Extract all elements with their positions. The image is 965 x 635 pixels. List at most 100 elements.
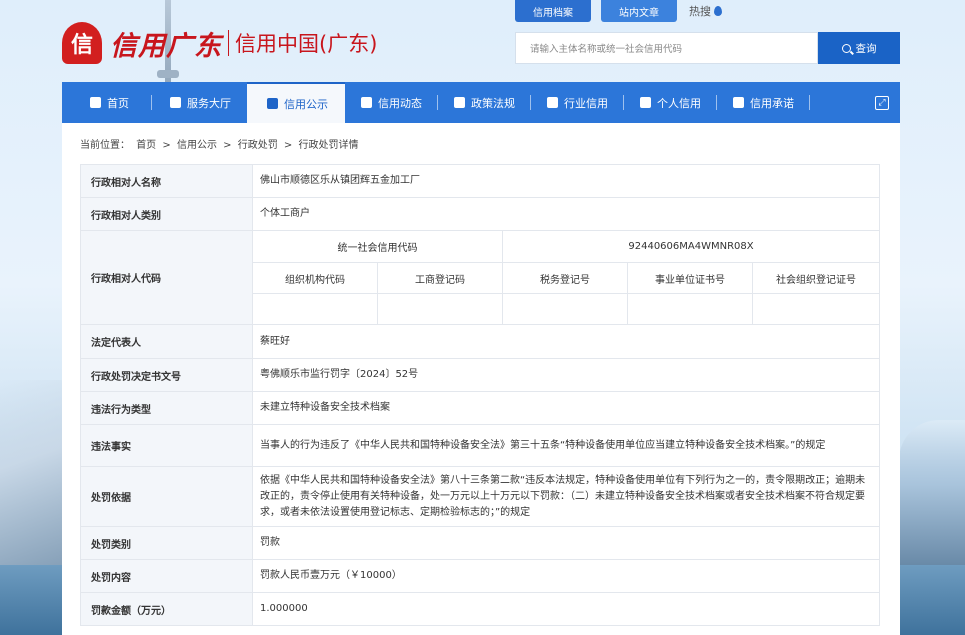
legal-rep-value: 蔡旺好 bbox=[252, 324, 880, 359]
row-label: 行政处罚决定书文号 bbox=[80, 358, 253, 392]
grid-icon bbox=[170, 97, 181, 108]
nav-home[interactable]: 首页 bbox=[62, 82, 151, 123]
logo-subtitle: 信用中国(广东) bbox=[235, 32, 378, 56]
nav-label: 个人信用 bbox=[657, 96, 701, 110]
penalty-detail-table: 行政相对人名称 佛山市顺德区乐从镇团辉五金加工厂 行政相对人类别 个体工商户 行… bbox=[80, 164, 880, 626]
bulletin-icon bbox=[267, 98, 278, 109]
row-label: 行政相对人代码 bbox=[80, 230, 253, 325]
law-icon bbox=[454, 97, 465, 108]
nav-industry-credit[interactable]: 行业信用 bbox=[531, 82, 623, 123]
breadcrumb-current: 行政处罚详情 bbox=[298, 140, 359, 151]
main-nav: 首页 服务大厅 信用公示 信用动态 政策法规 行业信用 个人信用 信用承诺 ⤢ bbox=[62, 82, 900, 123]
table-row: 处罚依据 依据《中华人民共和国特种设备安全法》第八十三条第二款“违反本法规定，特… bbox=[80, 466, 880, 527]
penalty-basis-value: 依据《中华人民共和国特种设备安全法》第八十三条第二款“违反本法规定，特种设备使用… bbox=[252, 466, 880, 527]
logo-mark-icon: 信 bbox=[62, 22, 102, 64]
row-label: 违法事实 bbox=[80, 424, 253, 467]
person-icon bbox=[640, 97, 651, 108]
nav-policy[interactable]: 政策法规 bbox=[438, 82, 530, 123]
table-row: 处罚内容 罚款人民币壹万元（￥10000） bbox=[80, 559, 880, 593]
table-row: 违法事实 当事人的行为违反了《中华人民共和国特种设备安全法》第三十五条“特种设备… bbox=[80, 424, 880, 467]
nav-label: 信用动态 bbox=[378, 96, 422, 110]
hot-search-link[interactable]: 热搜 bbox=[689, 3, 722, 19]
nav-credit-news[interactable]: 信用动态 bbox=[345, 82, 437, 123]
subject-type-value: 个体工商户 bbox=[252, 197, 880, 231]
breadcrumb-prefix: 当前位置： bbox=[80, 140, 130, 151]
nav-label: 政策法规 bbox=[471, 96, 515, 110]
nav-label: 首页 bbox=[107, 96, 129, 110]
breadcrumb-sep: > bbox=[162, 140, 171, 151]
search-icon bbox=[841, 43, 851, 53]
nav-label: 行业信用 bbox=[564, 96, 608, 110]
building-icon bbox=[547, 97, 558, 108]
breadcrumb-home[interactable]: 首页 bbox=[136, 140, 156, 151]
breadcrumb-sep: > bbox=[223, 140, 232, 151]
expand-icon: ⤢ bbox=[875, 95, 889, 110]
penalty-category-value: 罚款 bbox=[252, 526, 880, 560]
tax-reg-value bbox=[502, 293, 628, 325]
decision-doc-value: 粤佛顺乐市监行罚字〔2024〕52号 bbox=[252, 358, 880, 392]
logo-title: 信用广东 bbox=[110, 30, 222, 62]
search-input[interactable]: 请输入主体名称或统一社会信用代码 bbox=[515, 32, 818, 64]
penalty-content-value: 罚款人民币壹万元（￥10000） bbox=[252, 559, 880, 593]
shield-icon bbox=[733, 97, 744, 108]
hot-search-label: 热搜 bbox=[689, 5, 711, 18]
nav-personal-credit[interactable]: 个人信用 bbox=[624, 82, 716, 123]
tax-reg-header: 税务登记号 bbox=[502, 262, 628, 294]
social-org-header: 社会组织登记证号 bbox=[752, 262, 880, 294]
row-label: 处罚依据 bbox=[80, 466, 253, 527]
table-row: 法定代表人 蔡旺好 bbox=[80, 324, 880, 359]
flame-icon bbox=[714, 6, 722, 16]
news-icon bbox=[361, 97, 372, 108]
row-label: 罚款金额（万元） bbox=[80, 592, 253, 626]
table-row: 行政相对人类别 个体工商户 bbox=[80, 197, 880, 231]
row-label: 行政相对人名称 bbox=[80, 164, 253, 198]
violation-facts-value: 当事人的行为违反了《中华人民共和国特种设备安全法》第三十五条“特种设备使用单位应… bbox=[252, 424, 880, 467]
org-code-header: 组织机构代码 bbox=[252, 262, 378, 294]
row-label: 行政相对人类别 bbox=[80, 197, 253, 231]
nav-label: 信用公示 bbox=[284, 97, 328, 111]
nav-credit-commitment[interactable]: 信用承诺 bbox=[717, 82, 809, 123]
social-org-value bbox=[752, 293, 880, 325]
org-code-value bbox=[252, 293, 378, 325]
nav-credit-publicity[interactable]: 信用公示 bbox=[247, 82, 345, 123]
table-row: 违法行为类型 未建立特种设备安全技术档案 bbox=[80, 391, 880, 425]
site-logo[interactable]: 信 信用广东 信用中国(广东) bbox=[62, 20, 377, 66]
tab-site-articles[interactable]: 站内文章 bbox=[601, 0, 677, 22]
breadcrumb-publicity[interactable]: 信用公示 bbox=[177, 140, 217, 151]
fine-amount-value: 1.000000 bbox=[252, 592, 880, 626]
nav-divider bbox=[809, 95, 810, 110]
nav-label: 服务大厅 bbox=[187, 96, 231, 110]
biz-reg-header: 工商登记码 bbox=[377, 262, 503, 294]
institution-cert-value bbox=[627, 293, 753, 325]
top-tabs: 信用档案 站内文章 热搜 bbox=[515, 0, 722, 22]
nav-service-hall[interactable]: 服务大厅 bbox=[152, 82, 247, 123]
background-building bbox=[899, 420, 965, 580]
search-button[interactable]: 查询 bbox=[818, 32, 900, 64]
table-row: 行政相对人名称 佛山市顺德区乐从镇团辉五金加工厂 bbox=[80, 164, 880, 198]
breadcrumb: 当前位置： 首页 > 信用公示 > 行政处罚 > 行政处罚详情 bbox=[80, 136, 361, 151]
table-row: 处罚类别 罚款 bbox=[80, 526, 880, 560]
violation-type-value: 未建立特种设备安全技术档案 bbox=[252, 391, 880, 425]
background-bridge bbox=[0, 380, 62, 580]
breadcrumb-sep: > bbox=[283, 140, 293, 151]
row-label: 法定代表人 bbox=[80, 324, 253, 359]
uscc-value: 92440606MA4WMNR08X bbox=[502, 230, 880, 263]
table-row: 罚款金额（万元） 1.000000 bbox=[80, 592, 880, 626]
table-row: 行政相对人代码 统一社会信用代码 92440606MA4WMNR08X bbox=[80, 230, 880, 325]
subject-name-value: 佛山市顺德区乐从镇团辉五金加工厂 bbox=[252, 164, 880, 198]
logo-divider bbox=[228, 30, 229, 56]
home-icon bbox=[90, 97, 101, 108]
search-button-label: 查询 bbox=[855, 42, 877, 55]
row-label: 处罚类别 bbox=[80, 526, 253, 560]
nav-label: 信用承诺 bbox=[750, 96, 794, 110]
breadcrumb-penalty[interactable]: 行政处罚 bbox=[238, 140, 278, 151]
row-label: 违法行为类型 bbox=[80, 391, 253, 425]
table-row: 行政处罚决定书文号 粤佛顺乐市监行罚字〔2024〕52号 bbox=[80, 358, 880, 392]
institution-cert-header: 事业单位证书号 bbox=[627, 262, 753, 294]
expand-button[interactable]: ⤢ bbox=[864, 82, 900, 123]
uscc-header: 统一社会信用代码 bbox=[252, 230, 503, 263]
tab-credit-archive[interactable]: 信用档案 bbox=[515, 0, 591, 22]
biz-reg-value bbox=[377, 293, 503, 325]
content-panel: 当前位置： 首页 > 信用公示 > 行政处罚 > 行政处罚详情 行政相对人名称 … bbox=[62, 123, 900, 635]
row-label: 处罚内容 bbox=[80, 559, 253, 593]
